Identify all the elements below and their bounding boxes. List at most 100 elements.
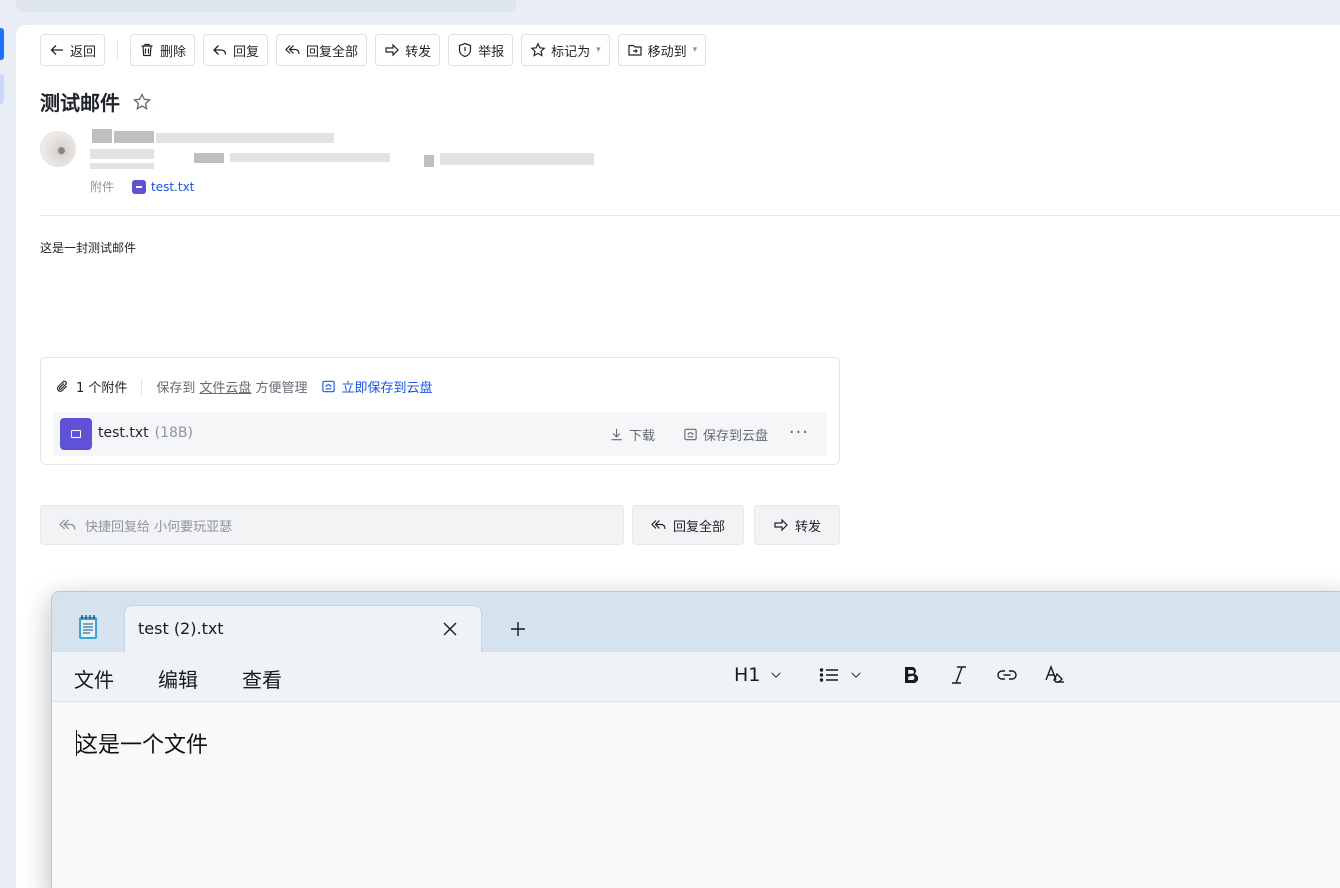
reply-label: 回复 <box>233 44 260 60</box>
download-button[interactable]: 下载 <box>609 425 655 444</box>
download-icon <box>609 427 624 442</box>
link-button[interactable] <box>996 664 1018 686</box>
rail-secondary-indicator[interactable] <box>0 74 4 104</box>
quick-forward-button[interactable]: 转发 <box>754 505 841 545</box>
menu-edit[interactable]: 编辑 <box>158 664 198 693</box>
bold-icon <box>900 664 922 686</box>
file-size: (18B) <box>154 425 193 441</box>
reply-all-label: 回复全部 <box>306 44 359 60</box>
paperclip-icon <box>55 379 70 394</box>
trash-icon <box>139 42 155 58</box>
save-to-cloud-button[interactable]: 保存到云盘 <box>683 425 768 444</box>
menu-file[interactable]: 文件 <box>74 664 114 693</box>
text-file-icon <box>132 179 147 194</box>
cloud-save-icon <box>321 379 336 394</box>
mail-body: 这是一封测试邮件 <box>40 241 137 255</box>
reply-icon <box>212 42 228 58</box>
toolbar-divider <box>117 41 119 59</box>
chevron-down-icon <box>848 667 864 683</box>
text-file-icon <box>60 418 92 450</box>
notepad-window: test (2).txt 文件 编辑 查看 H1 这是一个文件 <box>51 591 1340 888</box>
header-divider <box>40 215 1340 216</box>
attachment-count: 1 个附件 <box>76 381 128 396</box>
italic-icon <box>948 664 970 686</box>
arrow-left-icon <box>49 42 65 58</box>
menu-view[interactable]: 查看 <box>242 664 282 693</box>
star-outline-icon <box>530 42 546 58</box>
bullet-list-icon <box>818 664 840 686</box>
forward-icon <box>773 517 789 533</box>
file-cloud-link[interactable]: 文件云盘 <box>199 377 251 396</box>
back-button[interactable]: 返回 <box>40 34 106 66</box>
italic-button[interactable] <box>948 664 970 686</box>
forward-button[interactable]: 转发 <box>375 34 441 66</box>
cloud-save-icon <box>683 427 698 442</box>
delete-label: 删除 <box>160 44 187 60</box>
download-label: 下载 <box>629 429 656 444</box>
top-search-strip <box>16 0 516 12</box>
back-label: 返回 <box>70 44 97 60</box>
left-rail <box>0 0 16 888</box>
mail-subject-row: 测试邮件 <box>40 87 152 116</box>
folder-move-icon <box>627 42 643 58</box>
close-icon[interactable] <box>441 620 459 638</box>
quick-forward-label: 转发 <box>795 519 822 535</box>
star-icon[interactable] <box>132 92 152 112</box>
attachment-header-divider <box>141 378 143 395</box>
header-attachment-line: 附件 test.txt <box>90 178 194 195</box>
rail-active-indicator[interactable] <box>0 28 4 60</box>
clear-format-icon <box>1044 664 1066 686</box>
attachment-label: 附件 <box>90 180 115 194</box>
report-button[interactable]: 举报 <box>448 34 514 66</box>
shield-icon <box>457 42 473 58</box>
more-options-icon[interactable]: ··· <box>789 422 809 443</box>
heading-label: H1 <box>734 664 761 686</box>
attachment-card-header: 1 个附件 保存到 文件云盘 方便管理 立即保存到云盘 <box>55 377 432 396</box>
notepad-tab[interactable]: test (2).txt <box>124 605 482 653</box>
save-suffix: 方便管理 <box>255 381 308 396</box>
notepad-app-icon <box>77 614 99 640</box>
sender-avatar[interactable] <box>40 131 76 167</box>
chevron-down-icon <box>768 667 784 683</box>
header-attachment-name: test.txt <box>151 179 195 194</box>
header-attachment-link[interactable]: test.txt <box>132 179 195 194</box>
move-to-label: 移动到 <box>647 44 687 60</box>
notepad-tab-title: test (2).txt <box>138 619 224 638</box>
save-all-to-cloud-button[interactable]: 立即保存到云盘 <box>321 377 432 396</box>
save-prefix: 保存到 <box>156 381 196 396</box>
quick-reply-input[interactable]: 快捷回复给 小何要玩亚瑟 <box>40 505 624 545</box>
forward-icon <box>384 42 400 58</box>
reply-button[interactable]: 回复 <box>203 34 269 66</box>
mail-toolbar: 返回 删除 回复 回复全部 转发 举报 标记为 ▾ 移动到 ▾ <box>40 34 707 66</box>
notepad-title-bar: test (2).txt <box>52 592 1340 653</box>
list-dropdown[interactable] <box>818 664 864 686</box>
forward-label: 转发 <box>405 44 432 60</box>
mark-as-label: 标记为 <box>551 44 591 60</box>
notepad-menu-bar: 文件 编辑 查看 H1 <box>52 652 1340 702</box>
move-to-dropdown[interactable]: 移动到 ▾ <box>617 34 707 66</box>
report-label: 举报 <box>478 44 505 60</box>
attachment-file-name: test.txt (18B) <box>98 425 193 441</box>
chevron-down-icon: ▾ <box>692 45 698 55</box>
link-icon <box>996 664 1018 686</box>
new-tab-plus-icon[interactable] <box>507 618 529 640</box>
bold-button[interactable] <box>900 664 922 686</box>
chevron-down-icon: ▾ <box>596 45 601 55</box>
attachment-row[interactable]: test.txt (18B) 下载 保存到云盘 ··· <box>53 412 827 456</box>
reply-all-button[interactable]: 回复全部 <box>276 34 368 66</box>
mark-as-dropdown[interactable]: 标记为 ▾ <box>521 34 610 66</box>
quick-reply-all-label: 回复全部 <box>673 519 726 535</box>
mail-subject: 测试邮件 <box>40 91 120 115</box>
save-to-cloud-label: 保存到云盘 <box>703 429 769 444</box>
clear-format-button[interactable] <box>1044 664 1066 686</box>
quick-reply-placeholder: 快捷回复给 小何要玩亚瑟 <box>85 519 233 535</box>
heading-dropdown[interactable]: H1 <box>734 664 784 686</box>
quick-reply-all-button[interactable]: 回复全部 <box>632 505 745 545</box>
reply-all-icon <box>59 516 77 534</box>
delete-button[interactable]: 删除 <box>130 34 196 66</box>
file-name-text: test.txt <box>98 425 149 441</box>
notepad-content[interactable]: 这是一个文件 <box>76 727 208 759</box>
attachment-card: 1 个附件 保存到 文件云盘 方便管理 立即保存到云盘 test.txt (18B… <box>40 357 840 465</box>
reply-all-icon <box>651 517 667 533</box>
save-all-label: 立即保存到云盘 <box>341 381 433 396</box>
